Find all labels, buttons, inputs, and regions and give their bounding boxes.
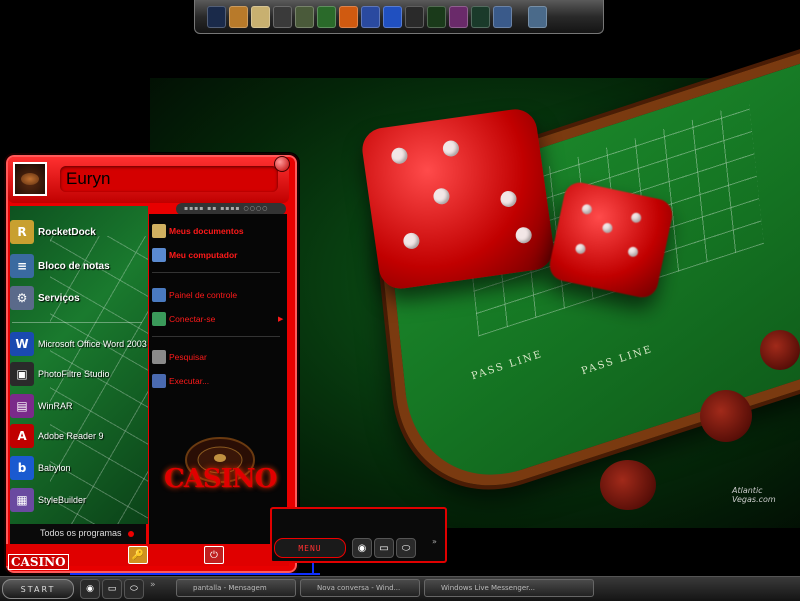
start-menu-item[interactable]: ▣ PhotoFiltre Studio — [10, 360, 110, 388]
winrar-icon[interactable] — [449, 5, 468, 28]
home-icon[interactable] — [229, 5, 248, 28]
taskbar-task-button[interactable]: pantalla - Mensagem — [176, 579, 296, 597]
computer-icon[interactable] — [493, 5, 512, 28]
chip-decoration — [700, 390, 752, 442]
submenu-arrow-icon: ▶ — [278, 315, 284, 323]
start-menu-item-label: Microsoft Office Word 2003 — [38, 339, 147, 349]
username: Euryn — [66, 169, 111, 188]
rocketdock-icon: R — [10, 220, 34, 244]
right-pane-separator — [152, 272, 280, 273]
start-menu-place[interactable]: Painel de controle — [152, 288, 237, 302]
firefox-quicklaunch-icon[interactable]: ◉ — [80, 579, 100, 599]
start-menu-place[interactable]: Executar... — [152, 374, 209, 388]
start-menu-item[interactable]: ▦ StyleBuilder — [10, 486, 86, 514]
mouse-quicklaunch-icon[interactable]: ⬭ — [124, 579, 144, 599]
start-menu-place[interactable]: Conectar-se — [152, 312, 215, 326]
start-menu-place-label: Meu computador — [169, 250, 238, 260]
media-player-icon[interactable] — [405, 5, 424, 28]
start-menu-item[interactable]: ▤ WinRAR — [10, 392, 73, 420]
taskbar-accent-line — [70, 573, 320, 575]
start-menu-item[interactable]: b Babylon — [10, 454, 71, 482]
taskbar-accent-mark — [312, 563, 314, 575]
gears-icon: ⚙ — [10, 286, 34, 310]
shield-icon[interactable] — [361, 5, 380, 28]
rocketdock-bar — [194, 0, 604, 34]
start-menu-place[interactable]: Meus documentos — [152, 224, 244, 238]
gauge-icon[interactable] — [383, 5, 402, 28]
search-icon — [152, 350, 166, 364]
all-programs-button[interactable]: Todos os programas — [40, 528, 122, 538]
rocketdock-icon[interactable] — [207, 5, 226, 28]
shutdown-power-icon[interactable]: ⏻ — [204, 546, 224, 564]
header-orb — [274, 156, 290, 172]
start-menu-item[interactable]: W Microsoft Office Word 2003 — [10, 330, 147, 358]
control-panel-icon — [152, 288, 166, 302]
start-menu-item[interactable]: ⚙ Serviços — [10, 284, 80, 312]
footer-casino-logo: CASINO — [8, 554, 69, 570]
firefox-icon[interactable]: ◉ — [352, 538, 372, 558]
word-icon: W — [10, 332, 34, 356]
adobe-reader-icon: A — [10, 424, 34, 448]
red-die-large — [359, 106, 557, 292]
start-menu-place-label: Executar... — [169, 376, 210, 386]
start-menu-item-label: StyleBuilder — [38, 495, 87, 505]
start-menu-item[interactable]: A Adobe Reader 9 — [10, 422, 104, 450]
start-menu-item[interactable]: R RocketDock — [10, 218, 96, 246]
notes-icon[interactable] — [251, 5, 270, 28]
casino-logo: CASINO — [164, 464, 277, 494]
start-menu-item[interactable]: ≡ Bloco de notas — [10, 252, 110, 280]
all-programs-arrow-icon[interactable] — [128, 531, 134, 537]
start-menu-item-label: Serviços — [38, 292, 80, 304]
mouse-icon[interactable]: ⬭ — [396, 538, 416, 558]
folder-icon — [152, 224, 166, 238]
show-desktop-icon[interactable]: ▭ — [102, 579, 122, 599]
photofiltre-icon[interactable] — [427, 5, 446, 28]
stylebuilder-icon: ▦ — [10, 488, 34, 512]
quicklaunch-chevron-icon[interactable]: » — [150, 580, 156, 590]
chip-decoration — [600, 460, 656, 510]
more-chevron-icon[interactable]: » — [432, 537, 437, 546]
start-menu-item-label: RocketDock — [38, 226, 96, 238]
start-menu-place-label: Painel de controle — [169, 290, 238, 300]
taskbar-task-button[interactable]: Nova conversa - Wind... — [300, 579, 420, 597]
start-menu-item-label: Adobe Reader 9 — [38, 431, 104, 441]
log-off-key-icon[interactable]: 🔑 — [128, 546, 148, 564]
recycle-bin-icon[interactable] — [528, 5, 547, 28]
start-menu-place-label: Meus documentos — [169, 226, 244, 236]
taskbar-task-button[interactable]: Windows Live Messenger... — [424, 579, 594, 597]
start-menu-place-label: Pesquisar — [169, 352, 207, 362]
notepad-icon: ≡ — [10, 254, 34, 278]
user-avatar[interactable] — [13, 162, 47, 196]
start-menu-item-label: PhotoFiltre Studio — [38, 369, 110, 379]
photofiltre-icon: ▣ — [10, 362, 34, 386]
start-menu-item-label: Babylon — [38, 463, 71, 473]
firefox-icon[interactable] — [339, 5, 358, 28]
start-menu-place-label: Conectar-se — [169, 314, 216, 324]
desktop-icon[interactable]: ▭ — [374, 538, 394, 558]
globe-icon[interactable] — [317, 5, 336, 28]
start-menu-item-label: Bloco de notas — [38, 260, 110, 272]
monitor-icon[interactable] — [471, 5, 490, 28]
clock-display[interactable]: MENU — [274, 538, 346, 558]
start-menu-place[interactable]: Pesquisar — [152, 350, 207, 364]
wallpaper-brand: Atlantic Vegas.com — [732, 486, 776, 504]
left-pane-separator — [12, 322, 142, 323]
right-pane-separator — [152, 336, 280, 337]
start-menu-place[interactable]: Meu computador — [152, 248, 237, 262]
chip-decoration — [760, 330, 800, 370]
start-menu-item-label: WinRAR — [38, 401, 73, 411]
network-icon — [152, 312, 166, 326]
book-icon[interactable] — [295, 5, 314, 28]
computer-icon — [152, 248, 166, 262]
babylon-icon: b — [10, 456, 34, 480]
pencil-icon[interactable] — [273, 5, 292, 28]
run-icon — [152, 374, 166, 388]
winrar-icon: ▤ — [10, 394, 34, 418]
start-button[interactable]: START — [2, 579, 74, 599]
